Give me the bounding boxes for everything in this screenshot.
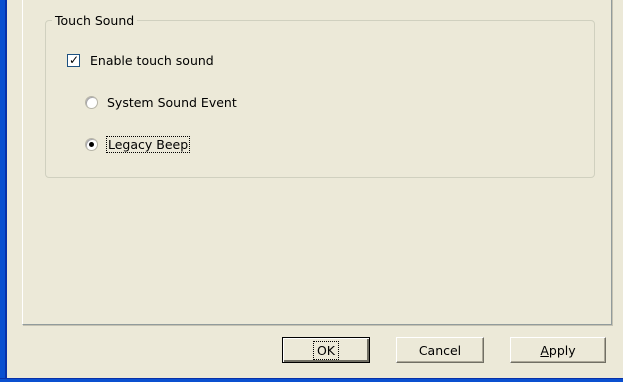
- radio-button-selected[interactable]: [85, 137, 98, 151]
- radio-button-unselected[interactable]: [85, 95, 98, 109]
- system-sound-event-label[interactable]: System Sound Event: [107, 95, 237, 110]
- enable-touch-sound-label[interactable]: Enable touch sound: [90, 53, 214, 68]
- window-frame-left: [0, 0, 7, 382]
- cancel-button[interactable]: Cancel: [396, 337, 484, 363]
- window-frame-bottom: [0, 378, 623, 382]
- touch-sound-group-title: Touch Sound: [52, 13, 138, 28]
- apply-button[interactable]: Apply: [510, 337, 606, 363]
- ok-button-label: OK: [312, 340, 340, 360]
- legacy-beep-label[interactable]: Legacy Beep: [105, 135, 191, 153]
- apply-button-label: Apply: [540, 342, 576, 358]
- checkmark-icon: ✓: [69, 52, 80, 67]
- enable-touch-sound-checkbox[interactable]: ✓ Enable touch sound: [67, 52, 214, 68]
- radio-selected-dot: [89, 141, 94, 147]
- checkbox-box[interactable]: ✓: [67, 52, 80, 67]
- radio-legacy-beep[interactable]: Legacy Beep: [85, 135, 191, 153]
- cancel-button-label: Cancel: [418, 342, 462, 358]
- radio-system-sound-event[interactable]: System Sound Event: [85, 94, 237, 110]
- ok-button[interactable]: OK: [282, 337, 370, 363]
